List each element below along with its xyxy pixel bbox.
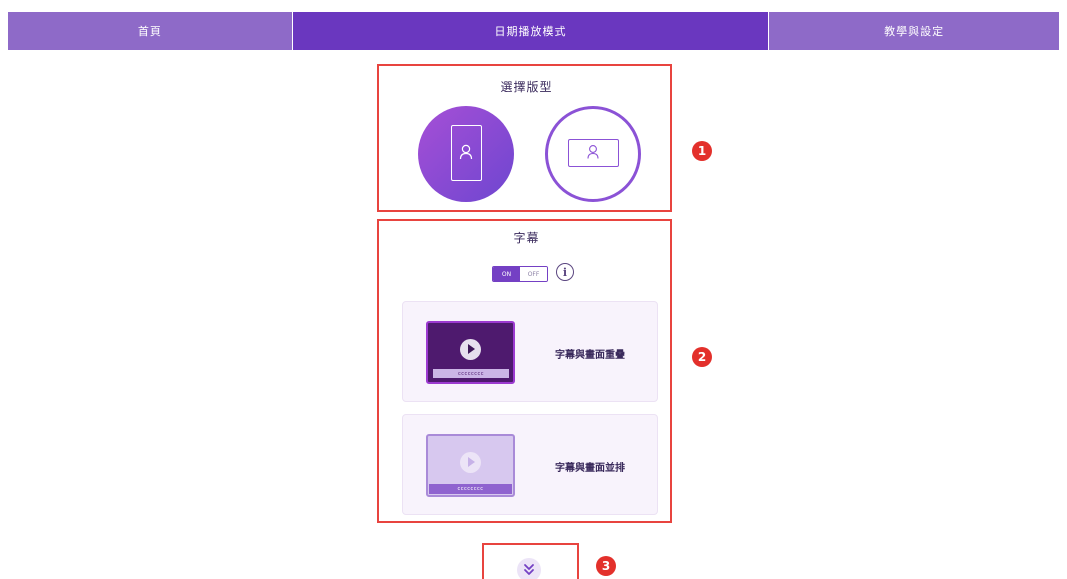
step-badge-1: 1: [692, 141, 712, 161]
subtitle-section-title: 字幕: [513, 231, 540, 245]
tab-home[interactable]: 首頁: [8, 12, 292, 50]
landscape-layout-option[interactable]: [545, 106, 641, 202]
tab-date-playback-mode[interactable]: 日期播放模式: [292, 12, 769, 50]
subtitle-bar: cccccccc: [433, 369, 509, 378]
top-nav: 首頁 日期播放模式 教學與設定: [8, 12, 1059, 50]
play-icon: [460, 339, 481, 360]
subtitle-toggle[interactable]: ON OFF: [492, 266, 548, 282]
video-thumbnail: cccccccc: [426, 434, 515, 497]
subtitle-side-by-side-option[interactable]: cccccccc 字幕與畫面並排: [402, 414, 658, 515]
tab-tutorial-settings[interactable]: 教學與設定: [769, 12, 1059, 50]
landscape-layout-icon: [568, 139, 619, 167]
subtitle-overlay-label: 字幕與畫面重疊: [555, 350, 625, 361]
expand-more-button[interactable]: [517, 558, 541, 579]
portrait-layout-option[interactable]: [418, 106, 514, 202]
person-icon: [587, 145, 599, 159]
toggle-on-label[interactable]: ON: [493, 267, 520, 281]
info-icon[interactable]: i: [556, 263, 574, 281]
portrait-layout-icon: [451, 125, 482, 181]
step-badge-2: 2: [692, 347, 712, 367]
step-badge-3: 3: [596, 556, 616, 576]
double-chevron-down-icon: [524, 564, 534, 575]
person-icon: [459, 144, 473, 160]
subtitle-bar: cccccccc: [429, 484, 512, 494]
play-icon: [460, 452, 481, 473]
subtitle-side-by-side-label: 字幕與畫面並排: [555, 463, 625, 474]
toggle-off-label[interactable]: OFF: [520, 267, 547, 281]
layout-section-title: 選擇版型: [500, 80, 553, 94]
video-thumbnail: cccccccc: [426, 321, 515, 384]
subtitle-overlay-option[interactable]: cccccccc 字幕與畫面重疊: [402, 301, 658, 402]
